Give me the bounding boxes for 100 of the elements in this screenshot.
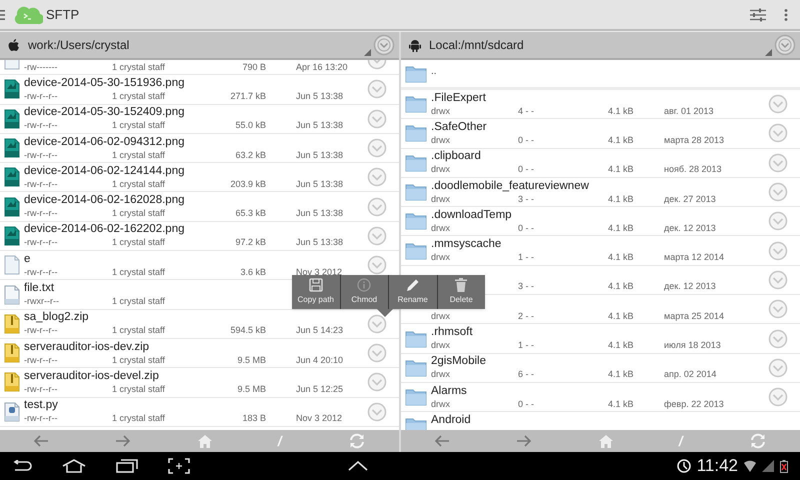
file-size: 97.2 kB (235, 237, 266, 248)
file-icon (4, 255, 20, 276)
script-file-icon (4, 402, 20, 422)
folder-size: 4.1 kB (608, 194, 634, 204)
file-date: Apr 16 13:20 (296, 62, 348, 72)
back-arrow-icon[interactable] (434, 435, 450, 447)
folder-permissions: drwx (431, 252, 450, 262)
folder-count: 3 - - (518, 194, 534, 204)
file-name: test.py (24, 399, 58, 412)
file-size: 65.3 kB (235, 208, 266, 218)
menu-chevron-icon[interactable] (774, 34, 796, 56)
file-name: device-2014-06-02-162202.png (24, 223, 184, 236)
file-owner: 1 crystal staff (112, 90, 165, 101)
file-permissions: -rw-r--r-- (24, 178, 58, 189)
apple-icon (8, 38, 20, 52)
home-icon[interactable] (62, 459, 86, 473)
forward-arrow-icon[interactable] (115, 435, 132, 447)
file-size: 790 B (242, 62, 266, 72)
folder-size: 4.1 kB (608, 222, 634, 233)
folder-permissions: drwx (431, 134, 450, 145)
folder-size: 4.1 kB (608, 340, 634, 350)
folder-count: 2 - - (518, 310, 534, 321)
file-permissions: -rw-r--r-- (24, 120, 58, 130)
info-icon (357, 278, 372, 292)
path-bar[interactable]: work:/Users/crystal (0, 32, 399, 60)
file-name: serverauditor-ios-dev.zip (24, 340, 150, 353)
context-menu-item[interactable]: Copy path (292, 275, 340, 309)
file-date: Jun 5 12:25 (296, 384, 344, 394)
file-permissions: -rw-r--r-- (24, 384, 58, 394)
cloud-terminal-logo (13, 4, 43, 24)
folder-date: марта 25 2014 (664, 310, 724, 321)
file-date: Jun 4 20:10 (296, 354, 344, 365)
image-file-icon (4, 196, 20, 217)
folder-name: .SafeOther (431, 120, 487, 133)
parent-folder-label[interactable]: .. (431, 64, 437, 79)
folder-date: июля 18 2013 (664, 340, 721, 350)
file-name: sa_blog2.zip (24, 311, 89, 324)
file-owner: 1 crystal staff (112, 296, 165, 306)
clock: 11:42 (696, 455, 738, 478)
folder-size: 4.1 kB (608, 310, 634, 321)
file-size: 9.5 MB (237, 354, 266, 365)
file-size: 55.0 kB (235, 120, 266, 130)
folder-size: 4.1 kB (608, 106, 634, 116)
folder-count: 6 - - (518, 369, 534, 380)
file-date: Jun 5 13:38 (296, 237, 344, 248)
signal-icon (762, 460, 774, 472)
folder-date: марта 28 2013 (664, 134, 724, 145)
folder-icon (405, 183, 427, 202)
recent-apps-icon[interactable] (116, 459, 138, 473)
folder-name: .doodlemobile_featureviewnew (431, 180, 589, 192)
more-options-icon[interactable] (784, 8, 788, 20)
text-file-icon (4, 284, 20, 305)
context-menu-item[interactable]: Rename (388, 275, 436, 309)
file-date: Jun 5 13:38 (296, 150, 344, 160)
menu-icon[interactable] (0, 8, 5, 20)
chevron-down-icon[interactable] (367, 255, 387, 276)
file-date: Jun 5 13:38 (296, 120, 344, 130)
file-owner: 1 crystal staff (112, 325, 165, 336)
folder-name: .FileExpert (431, 92, 486, 104)
app-title: SFTP (46, 6, 80, 24)
file-name: serverauditor-ios-devel.zip (24, 370, 159, 382)
folder-date: нояб. 28 2013 (664, 164, 722, 174)
file-permissions: -rw-r--r-- (24, 237, 58, 248)
menu-chevron-icon[interactable] (373, 34, 395, 56)
file-owner: 1 crystal staff (112, 237, 165, 248)
image-file-icon (4, 108, 20, 129)
folder-name: Alarms (431, 384, 467, 397)
file-date: Jun 5 14:23 (296, 325, 344, 336)
path-label: work:/Users/crystal (28, 37, 130, 54)
path-bar[interactable]: Local:/mnt/sdcard (401, 32, 800, 60)
screenshot-icon[interactable] (168, 458, 190, 474)
folder-icon (405, 388, 427, 406)
context-menu-item[interactable]: Delete (436, 275, 485, 309)
file-owner: 1 crystal staff (112, 354, 165, 365)
forward-arrow-icon[interactable] (516, 435, 532, 447)
sliders-icon[interactable] (750, 8, 766, 22)
file-size: 63.2 kB (235, 150, 266, 160)
folder-date: апр. 02 2014 (664, 369, 716, 380)
folder-count: 1 - - (518, 252, 534, 262)
refresh-icon[interactable] (748, 433, 767, 449)
battery-icon (780, 460, 788, 472)
folder-count: 3 - - (518, 281, 534, 292)
back-icon[interactable] (12, 460, 32, 472)
back-arrow-icon[interactable] (33, 435, 50, 447)
folder-permissions: drwx (431, 340, 450, 350)
chevron-down-icon[interactable] (367, 314, 387, 334)
caret-up-icon[interactable] (348, 461, 368, 471)
file-name: device-2014-06-02-162028.png (24, 194, 184, 206)
folder-name: .rhmsoft (431, 326, 473, 338)
wifi-icon (744, 460, 756, 472)
file-owner: 1 crystal staff (112, 266, 165, 277)
folder-icon (405, 154, 427, 172)
refresh-icon[interactable] (348, 433, 366, 449)
file-size: 203.9 kB (230, 178, 266, 189)
folder-icon (405, 242, 427, 260)
file-permissions: -rw-r--r-- (24, 354, 58, 365)
folder-icon (405, 330, 427, 348)
file-owner: 1 crystal staff (112, 413, 165, 424)
folder-size: 4.1 kB (608, 369, 634, 380)
file-permissions: -rw------- (24, 62, 58, 72)
